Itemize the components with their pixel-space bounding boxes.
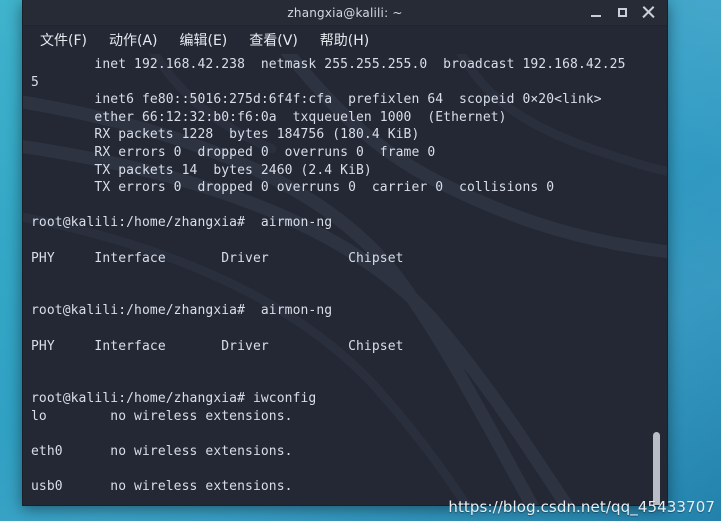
menu-item-edit[interactable]: 编辑(E) xyxy=(171,27,237,53)
terminal-line: RX errors 0 dropped 0 overruns 0 frame 0 xyxy=(31,144,436,160)
close-icon[interactable] xyxy=(642,6,655,19)
menu-item-view[interactable]: 查看(V) xyxy=(240,27,307,53)
terminal-window[interactable]: zhangxia@kalili: ~ 文件(F) 动作(A) 编辑(E) 查看(… xyxy=(22,0,668,506)
window-controls xyxy=(590,6,667,19)
menu-item-actions[interactable]: 动作(A) xyxy=(100,27,167,53)
terminal-line: PHY Interface Driver Chipset xyxy=(31,338,404,354)
terminal-line: RX packets 1228 bytes 184756 (180.4 KiB) xyxy=(31,127,420,143)
menu-item-file[interactable]: 文件(F) xyxy=(31,27,96,53)
menu-bar: 文件(F) 动作(A) 编辑(E) 查看(V) 帮助(H) xyxy=(23,26,667,54)
window-title: zhangxia@kalili: ~ xyxy=(287,5,403,20)
terminal-line: root@kalili:/home/zhangxia# airmon-ng xyxy=(31,215,333,231)
terminal-output-area[interactable]: inet 192.168.42.238 netmask 255.255.255.… xyxy=(23,54,667,505)
title-bar[interactable]: zhangxia@kalili: ~ xyxy=(23,0,667,26)
scrollbar-track[interactable] xyxy=(650,54,664,505)
terminal-line: ether 66:12:32:b0:f6:0a txqueuelen 1000 … xyxy=(31,109,507,125)
terminal-line: inet6 fe80::5016:275d:6f4f:cfa prefixlen… xyxy=(31,92,602,108)
maximize-icon[interactable] xyxy=(616,6,629,19)
terminal-line: usb0 no wireless extensions. xyxy=(31,479,293,495)
terminal-line: TX errors 0 dropped 0 overruns 0 carrier… xyxy=(31,180,555,196)
terminal-line: lo no wireless extensions. xyxy=(31,408,293,424)
terminal-line: eth0 no wireless extensions. xyxy=(31,444,293,460)
menu-item-help[interactable]: 帮助(H) xyxy=(311,27,378,53)
terminal-line: root@kalili:/home/zhangxia# iwconfig xyxy=(31,391,317,407)
terminal-line: TX packets 14 bytes 2460 (2.4 KiB) xyxy=(31,162,372,178)
watermark: https://blog.csdn.net/qq_45433707 xyxy=(448,498,715,516)
terminal-line: PHY Interface Driver Chipset xyxy=(31,250,404,266)
terminal-line: 5 xyxy=(31,74,39,90)
terminal-text: inet 192.168.42.238 netmask 255.255.255.… xyxy=(31,56,645,505)
minimize-icon[interactable] xyxy=(590,6,603,19)
terminal-line: root@kalili:/home/zhangxia# airmon-ng xyxy=(31,303,333,319)
scrollbar-thumb[interactable] xyxy=(653,432,660,505)
terminal-line: inet 192.168.42.238 netmask 255.255.255.… xyxy=(31,57,626,72)
